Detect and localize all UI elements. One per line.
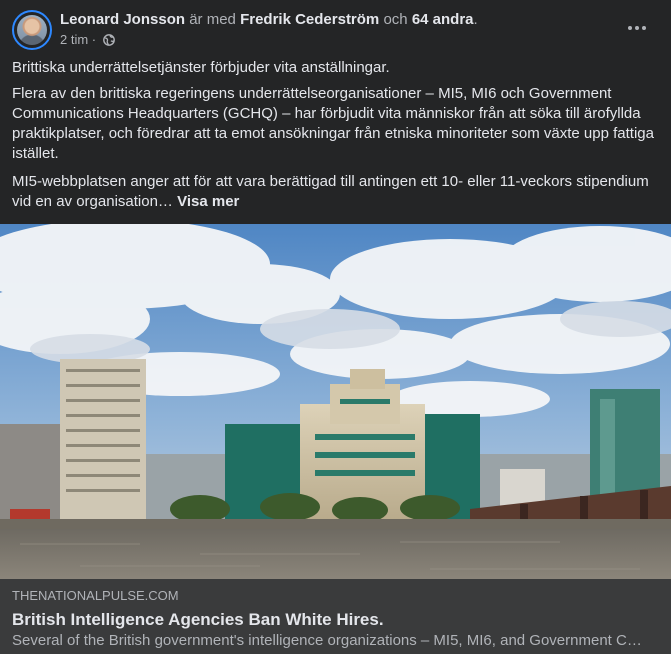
- post-timestamp[interactable]: 2 tim: [60, 32, 88, 47]
- post-text-headline: Brittiska underrättelsetjänster förbjude…: [12, 59, 390, 76]
- feed-post: Leonard Jonsson är med Fredrik Cederströ…: [0, 0, 671, 654]
- with-text: är med: [189, 11, 236, 28]
- avatar[interactable]: [12, 10, 52, 50]
- title-period: .: [473, 11, 478, 28]
- post-header: Leonard Jonsson är med Fredrik Cederströ…: [12, 10, 659, 52]
- link-preview[interactable]: THENATIONALPULSE.COM British Intelligenc…: [0, 579, 671, 654]
- others-link[interactable]: 64 andra: [412, 11, 474, 28]
- and-text: och: [383, 11, 408, 28]
- post-title-line: Leonard Jonsson är med Fredrik Cederströ…: [60, 11, 478, 29]
- post-text-paragraph: Flera av den brittiska regeringens under…: [12, 85, 654, 162]
- link-description: Several of the British government's inte…: [12, 632, 642, 649]
- avatar-image: [17, 15, 47, 45]
- link-title: British Intelligence Agencies Ban White …: [12, 610, 384, 629]
- see-more-link[interactable]: Visa mer: [177, 193, 239, 210]
- tagged-person-link[interactable]: Fredrik Cederström: [240, 11, 379, 28]
- truncated-text: MI5-webbplatsen anger att för att vara b…: [12, 173, 649, 210]
- author-name-link[interactable]: Leonard Jonsson: [60, 11, 185, 28]
- meta-separator: ·: [91, 32, 97, 47]
- more-options-icon: [627, 26, 648, 30]
- link-domain: THENATIONALPULSE.COM: [12, 588, 179, 603]
- more-options-button[interactable]: [621, 16, 653, 40]
- post-image[interactable]: [0, 224, 671, 579]
- globe-icon[interactable]: [102, 34, 115, 46]
- post-meta: 2 tim ·: [60, 32, 115, 48]
- post-text-paragraph-truncated: MI5-webbplatsen anger att för att vara b…: [12, 172, 657, 212]
